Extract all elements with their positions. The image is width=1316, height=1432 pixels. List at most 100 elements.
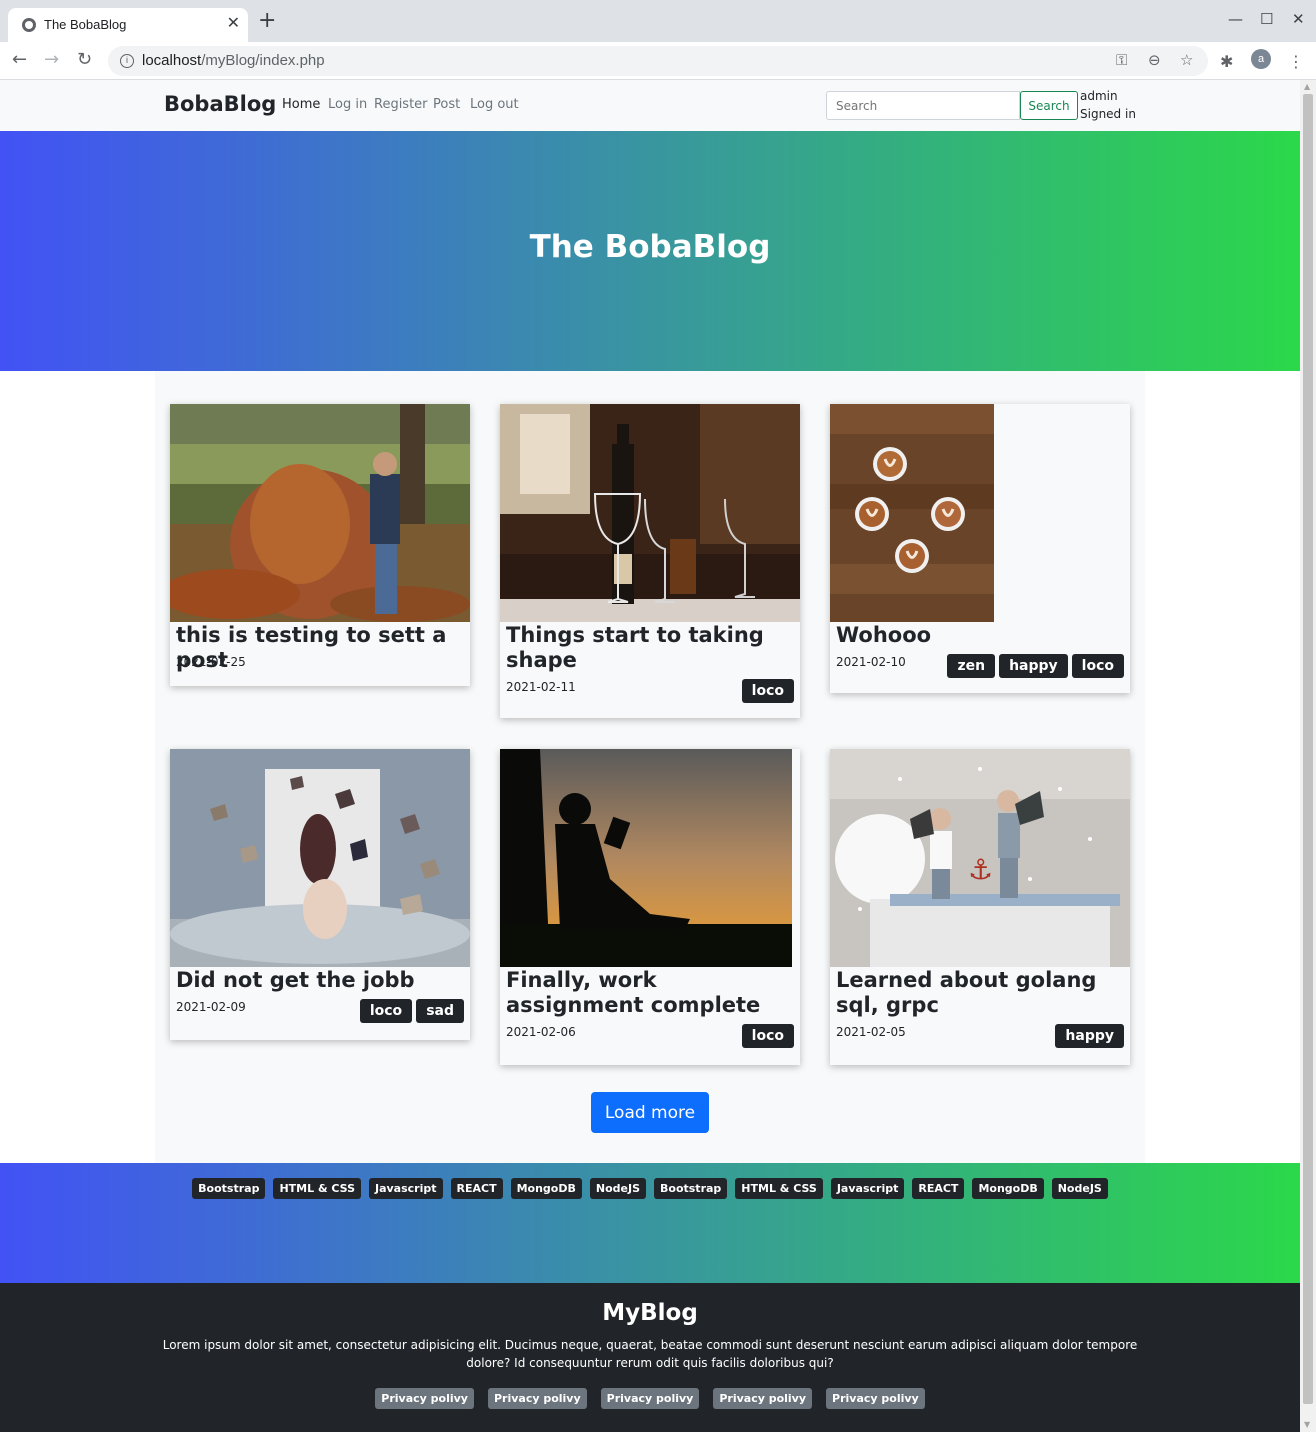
post-date: 2021-02-10 — [836, 655, 906, 669]
forward-icon[interactable]: → — [44, 50, 59, 70]
browser-tab[interactable]: The BobaBlog ✕ — [8, 8, 248, 42]
close-window-icon[interactable]: ✕ — [1292, 10, 1305, 28]
tag-badge[interactable]: zen — [947, 654, 996, 678]
globe-icon — [22, 18, 36, 32]
key-icon[interactable]: ⚿ — [1116, 51, 1127, 69]
page-viewport: BobaBlog Home Log in Register Post Log o… — [0, 80, 1300, 1432]
zoom-icon[interactable]: ⊖ — [1148, 51, 1161, 69]
privacy-link[interactable]: Privacy polivy — [826, 1388, 925, 1409]
post-image[interactable]: ⚓ — [830, 749, 1130, 967]
nav-link-logout[interactable]: Log out — [470, 97, 519, 112]
tech-tag[interactable]: NodeJS — [1051, 1178, 1108, 1199]
tag-badge[interactable]: loco — [741, 1024, 794, 1048]
privacy-link[interactable]: Privacy polivy — [600, 1388, 700, 1409]
tech-tag[interactable]: MongoDB — [972, 1178, 1044, 1199]
footer-description: Lorem ipsum dolor sit amet, consectetur … — [162, 1338, 1138, 1370]
address-bar[interactable]: i localhost/myBlog/index.php ⚿ ⊖ ☆ — [108, 46, 1208, 76]
post-card[interactable]: Finally, work assignment complete 2021-0… — [500, 749, 800, 1065]
post-date: 2021-02-11 — [506, 680, 576, 694]
scroll-thumb[interactable] — [1303, 94, 1313, 1404]
user-status: admin Signed in — [1080, 87, 1136, 123]
post-card[interactable]: Wohooo 2021-02-10 zen happy loco — [830, 404, 1130, 693]
post-card[interactable]: ⚓ Learned about golang sql, grpc 2021-02… — [830, 749, 1130, 1065]
post-title[interactable]: Did not get the jobb — [176, 968, 464, 993]
load-more-button[interactable]: Load more — [591, 1092, 709, 1133]
nav-link-login[interactable]: Log in — [328, 97, 367, 112]
signed-in-label: Signed in — [1080, 107, 1136, 121]
site-footer: MyBlog Lorem ipsum dolor sit amet, conse… — [0, 1283, 1300, 1432]
scroll-down-icon[interactable]: ▼ — [1304, 1420, 1310, 1429]
back-icon[interactable]: ← — [12, 50, 27, 70]
privacy-link[interactable]: Privacy polivy — [713, 1388, 813, 1409]
tag-badge[interactable]: loco — [1071, 654, 1124, 678]
post-card[interactable]: Did not get the jobb 2021-02-09 loco sad — [170, 749, 470, 1040]
menu-kebab-icon[interactable]: ⋮ — [1288, 52, 1304, 71]
tech-tag[interactable]: Bootstrap — [654, 1178, 728, 1199]
tab-title: The BobaBlog — [44, 17, 127, 32]
post-image[interactable] — [500, 749, 792, 967]
tech-tag[interactable]: Javascript — [830, 1178, 905, 1199]
tech-tag[interactable]: HTML & CSS — [273, 1178, 361, 1199]
post-image[interactable] — [830, 404, 994, 622]
post-image[interactable] — [170, 404, 470, 622]
search-button[interactable]: Search — [1020, 91, 1078, 120]
post-tags: zen happy loco — [947, 654, 1124, 678]
scroll-up-icon[interactable]: ▲ — [1304, 82, 1310, 91]
tag-badge[interactable]: sad — [416, 999, 464, 1023]
post-title[interactable]: Wohooo — [836, 623, 1124, 648]
profile-avatar[interactable]: a — [1251, 49, 1271, 69]
tech-tag[interactable]: REACT — [450, 1178, 503, 1199]
tech-tag[interactable]: Bootstrap — [192, 1178, 266, 1199]
tech-tag-strip: Bootstrap HTML & CSS Javascript REACT Mo… — [0, 1163, 1300, 1283]
post-card[interactable]: Things start to taking shape 2021-02-11 … — [500, 404, 800, 718]
footer-title: MyBlog — [602, 1300, 698, 1326]
new-tab-icon[interactable]: + — [258, 10, 276, 32]
hero-banner: The BobaBlog — [0, 131, 1300, 371]
svg-text:⚓: ⚓ — [968, 853, 993, 886]
page-scrollbar[interactable]: ▲ ▼ — [1300, 80, 1316, 1432]
bookmark-star-icon[interactable]: ☆ — [1180, 51, 1193, 69]
browser-toolbar: ← → ↻ i localhost/myBlog/index.php ⚿ ⊖ ☆… — [0, 42, 1316, 80]
post-date: 2021-02-25 — [176, 655, 246, 669]
post-tags: loco — [741, 679, 794, 703]
post-title[interactable]: Finally, work assignment complete — [506, 968, 794, 1018]
tech-tag[interactable]: MongoDB — [510, 1178, 582, 1199]
post-tags: happy — [1055, 1024, 1124, 1048]
minimize-icon[interactable]: — — [1228, 10, 1243, 28]
maximize-icon[interactable]: ☐ — [1260, 10, 1273, 28]
site-navbar: BobaBlog Home Log in Register Post Log o… — [0, 80, 1300, 131]
tag-badge[interactable]: loco — [741, 679, 794, 703]
footer-links: Privacy polivy Privacy polivy Privacy po… — [0, 1388, 1300, 1409]
post-tags: loco — [741, 1024, 794, 1048]
user-name: admin — [1080, 89, 1118, 103]
post-image[interactable] — [500, 404, 800, 622]
hero-title: The BobaBlog — [529, 229, 771, 265]
tag-badge[interactable]: happy — [999, 654, 1068, 678]
privacy-link[interactable]: Privacy polivy — [487, 1388, 587, 1409]
close-tab-icon[interactable]: ✕ — [227, 13, 240, 32]
tech-tag[interactable]: NodeJS — [589, 1178, 646, 1199]
privacy-link[interactable]: Privacy polivy — [375, 1388, 474, 1409]
info-icon[interactable]: i — [120, 54, 134, 68]
tech-tag[interactable]: REACT — [912, 1178, 965, 1199]
browser-tab-bar: The BobaBlog ✕ + — ☐ ✕ — [0, 0, 1316, 42]
search-input[interactable] — [826, 91, 1020, 120]
tech-tag[interactable]: Javascript — [369, 1178, 443, 1199]
nav-link-home[interactable]: Home — [282, 97, 320, 112]
posts-section: this is testing to sett a post 2021-02-2… — [155, 371, 1145, 1163]
tech-tag[interactable]: HTML & CSS — [735, 1178, 823, 1199]
post-date: 2021-02-05 — [836, 1025, 906, 1039]
post-card[interactable]: this is testing to sett a post 2021-02-2… — [170, 404, 470, 686]
nav-link-register[interactable]: Register — [374, 97, 428, 112]
nav-link-post[interactable]: Post — [433, 97, 460, 112]
post-tags: loco sad — [359, 999, 464, 1023]
post-title[interactable]: Things start to taking shape — [506, 623, 794, 673]
post-image[interactable] — [170, 749, 470, 967]
site-brand[interactable]: BobaBlog — [164, 92, 276, 116]
post-date: 2021-02-06 — [506, 1025, 576, 1039]
extensions-icon[interactable]: ✱ — [1220, 52, 1233, 71]
tag-badge[interactable]: happy — [1055, 1024, 1124, 1048]
tag-badge[interactable]: loco — [359, 999, 413, 1023]
reload-icon[interactable]: ↻ — [77, 50, 92, 70]
post-title[interactable]: Learned about golang sql, grpc — [836, 968, 1124, 1018]
